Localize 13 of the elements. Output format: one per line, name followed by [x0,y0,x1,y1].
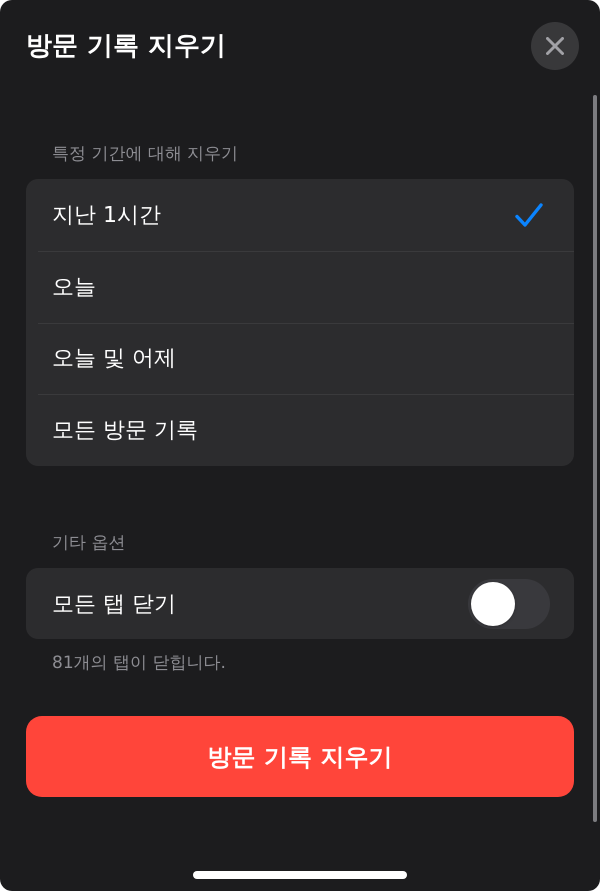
time-range-option[interactable]: 오늘 [26,250,574,322]
toggle-label: 모든 탭 닫기 [52,590,176,618]
checkmark-icon [515,202,543,227]
sheet-title: 방문 기록 지우기 [26,30,226,63]
toggle-switch[interactable] [468,578,550,628]
section-footer: 81개의 탭이 닫힙니다. [26,652,574,674]
close-icon [546,37,564,55]
time-range-option[interactable]: 지난 1시간 [26,179,574,251]
time-range-option[interactable]: 모든 방문 기록 [26,394,574,466]
time-range-option[interactable]: 오늘 및 어제 [26,322,574,394]
section-header: 기타 옵션 [51,532,126,554]
section-header: 특정 기간에 대해 지우기 [51,143,240,165]
close-button[interactable] [531,22,579,70]
